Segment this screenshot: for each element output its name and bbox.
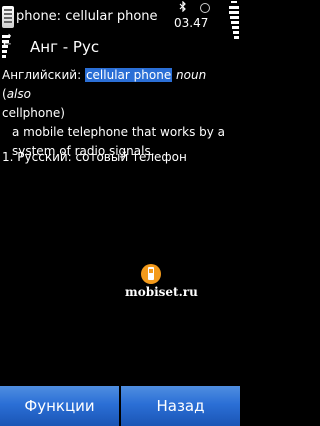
translation-text: сотовый телефон: [75, 150, 187, 164]
mobiset-logo-icon: [141, 264, 161, 284]
dictionary-app-icon: [2, 6, 14, 28]
also-label: also: [6, 87, 31, 101]
translation-number: 1.: [2, 150, 14, 164]
swap-language-icon[interactable]: → ←: [3, 32, 15, 50]
profile-icon: [200, 3, 210, 13]
headword-highlighted[interactable]: cellular phone: [84, 68, 173, 82]
language-pair[interactable]: Анг - Рус: [30, 38, 99, 56]
watermark-text: mobiset.ru: [125, 285, 198, 299]
part-of-speech: noun: [176, 68, 207, 82]
definition-line-1: a mobile telephone that works by a: [12, 125, 226, 139]
options-button[interactable]: Функции: [0, 386, 119, 426]
dictionary-entry: Английский: cellular phone noun (also ce…: [2, 66, 238, 161]
bluetooth-icon: [179, 1, 186, 12]
target-language: Русский:: [17, 150, 72, 164]
back-button[interactable]: Назад: [121, 386, 240, 426]
softkey-bar: Функции Назад: [0, 386, 240, 426]
entry-header-line: Английский: cellular phone noun (also: [2, 66, 238, 104]
screen: phone: cellular phone → ← Анг - Рус 03.47…: [0, 0, 240, 426]
battery-level-icon: [229, 2, 239, 58]
alternate-form: cellphone): [2, 106, 65, 120]
translation-row: 1. Русский: сотовый телефон: [2, 150, 187, 164]
clock: 03.47: [174, 16, 209, 30]
source-language: Английский:: [2, 68, 82, 82]
window-title: phone: cellular phone: [16, 9, 158, 24]
